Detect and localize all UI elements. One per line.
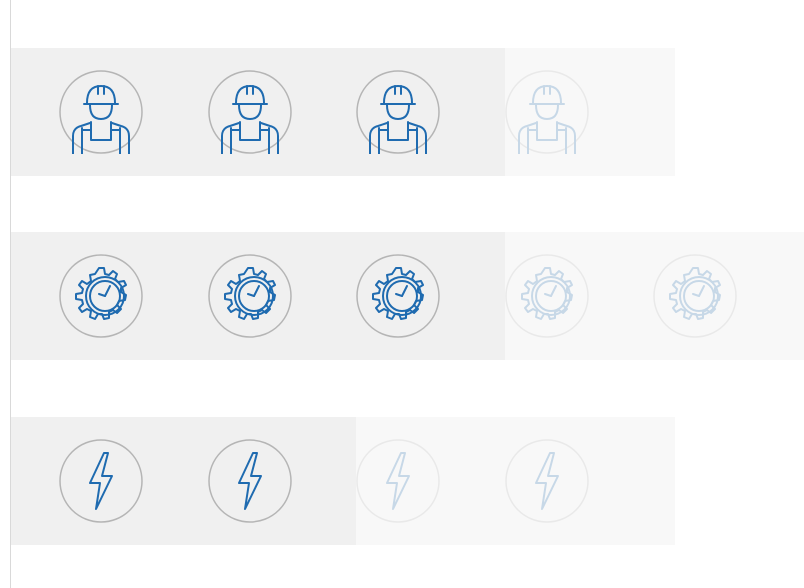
worker-icon (356, 70, 440, 154)
worker-icon (505, 70, 589, 154)
gear-clock-icon (59, 254, 143, 338)
lightning-bolt-icon (208, 439, 292, 523)
gear-clock-icon (208, 254, 292, 338)
gear-clock-icon (356, 254, 440, 338)
lightning-bolt-icon (59, 439, 143, 523)
gear-clock-icon (505, 254, 589, 338)
worker-icon (59, 70, 143, 154)
gear-clock-icon (653, 254, 737, 338)
lightning-bolt-icon (356, 439, 440, 523)
worker-icon (208, 70, 292, 154)
lightning-bolt-icon (505, 439, 589, 523)
